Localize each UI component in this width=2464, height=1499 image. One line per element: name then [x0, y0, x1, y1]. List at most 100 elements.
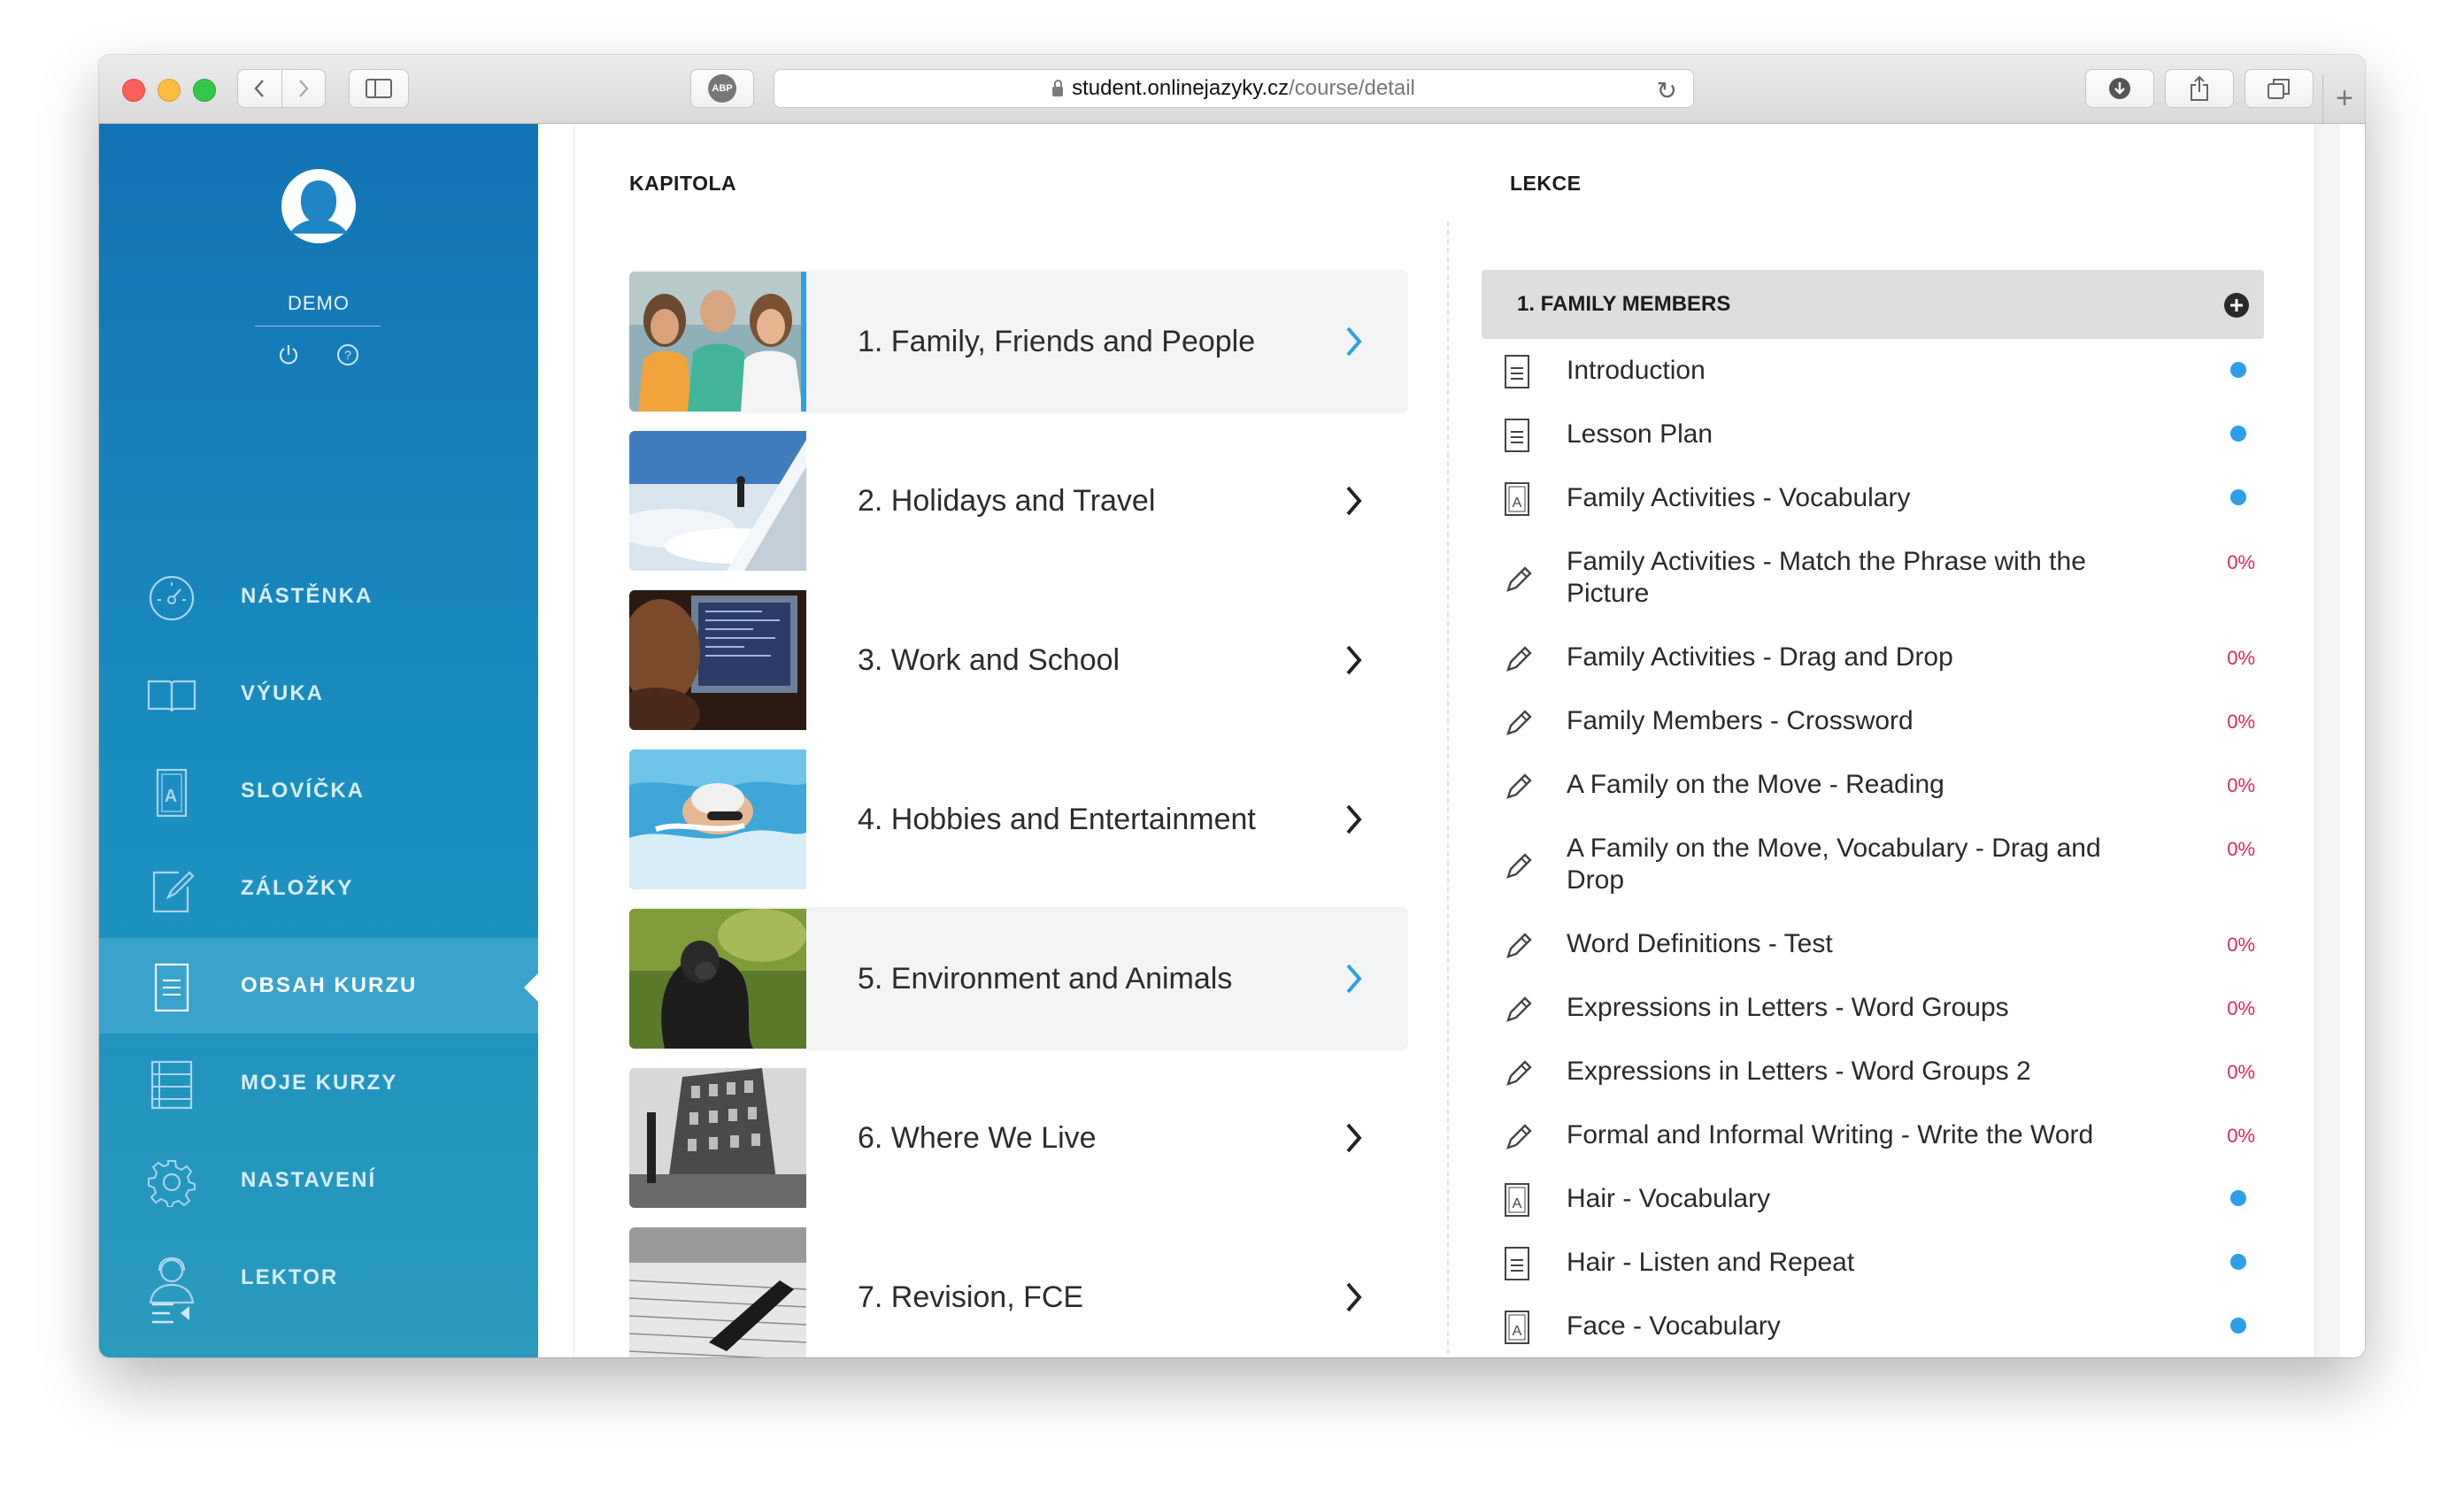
lesson-status-dot: [2230, 1190, 2246, 1206]
lesson-title: Introduction: [1567, 356, 1706, 385]
new-tab-button[interactable]: +: [2322, 74, 2365, 123]
chapter-item[interactable]: 3. Work and School: [629, 588, 1408, 732]
share-button[interactable]: [2165, 69, 2234, 108]
pencil-icon: [1506, 566, 1532, 592]
scrollbar-track[interactable]: [2314, 124, 2340, 1357]
lesson-progress: 0%: [2227, 1061, 2255, 1083]
nav-item-obsah-kurzu[interactable]: OBSAH KURZU: [99, 938, 538, 1034]
chevron-left-icon: [254, 80, 265, 97]
svg-text:A: A: [1513, 1196, 1522, 1211]
chapter-title: 7. Revision, FCE: [858, 1280, 1084, 1314]
browser-toolbar: ABP student.onlinejazyky.cz/course/detai…: [99, 55, 2365, 124]
tab-overview-button[interactable]: [2245, 69, 2314, 108]
lesson-progress: 0%: [2227, 1125, 2255, 1147]
chapter-item[interactable]: 2. Holidays and Travel: [629, 429, 1408, 573]
document-icon: [1505, 1247, 1529, 1280]
lesson-status-dot: [2230, 426, 2246, 442]
pencil-icon: [1506, 996, 1532, 1022]
chevron-right-icon: [1346, 964, 1362, 994]
chapter-item[interactable]: 5. Environment and Animals: [629, 907, 1408, 1050]
chapter-title: 6. Where We Live: [858, 1120, 1097, 1155]
address-bar[interactable]: student.onlinejazyky.cz/course/detail ↻: [774, 69, 1694, 108]
chapter-item[interactable]: 1. Family, Friends and People: [629, 270, 1408, 413]
bookmark-edit-icon: [152, 871, 195, 913]
nav-label: VÝUKA: [241, 681, 325, 705]
url-host: student.onlinejazyky.cz: [1072, 76, 1290, 100]
pencil-icon: [1506, 710, 1532, 735]
vocabulary-icon: A: [156, 768, 188, 818]
chapter-thumbnail-family: [629, 272, 806, 411]
pencil-icon: [1506, 1124, 1532, 1149]
chapters-heading: KAPITOLA: [629, 172, 737, 195]
vocabulary-icon: A: [1505, 482, 1529, 516]
pencil-icon: [1506, 1060, 1532, 1086]
nav-item-zalozky[interactable]: ZÁLOŽKY: [99, 841, 538, 936]
adblock-button[interactable]: ABP: [690, 69, 754, 108]
nav-item-slovicka[interactable]: A SLOVÍČKA: [99, 743, 538, 839]
lesson-title: Word Definitions - Test: [1567, 929, 1833, 958]
chevron-right-icon: [1346, 486, 1362, 516]
chapter-item[interactable]: 6. Where We Live: [629, 1066, 1408, 1210]
nav-item-moje-kurzy[interactable]: MOJE KURZY: [99, 1035, 538, 1131]
svg-text:?: ?: [344, 348, 351, 362]
nav-item-vyuka[interactable]: VÝUKA: [99, 646, 538, 742]
share-icon: [2191, 75, 2208, 101]
collapse-menu-icon[interactable]: [150, 1301, 193, 1326]
courses-list-icon: [150, 1060, 193, 1110]
dashboard-icon: [149, 575, 195, 621]
lesson-progress: 0%: [2227, 934, 2255, 956]
book-icon: [147, 680, 196, 712]
document-icon: [154, 963, 189, 1012]
lesson-title: A Family on the Move, Vocabulary - Drag …: [1567, 834, 2101, 895]
power-icon[interactable]: [277, 343, 300, 366]
chapter-item[interactable]: 7. Revision, FCE: [629, 1226, 1408, 1357]
nav-item-nastaveni[interactable]: NASTAVENÍ: [99, 1133, 538, 1228]
chapter-title: 1. Family, Friends and People: [858, 324, 1256, 358]
user-avatar-icon[interactable]: [281, 168, 357, 244]
pencil-icon: [1506, 933, 1532, 958]
chevron-right-icon: [1346, 1123, 1362, 1153]
chapter-thumbnail-swimmer: [629, 750, 806, 889]
lesson-title: Hair - Listen and Repeat: [1567, 1248, 1855, 1277]
lesson-title: Expressions in Letters - Word Groups 2: [1567, 1057, 2031, 1086]
column-divider: [1447, 221, 1449, 1357]
close-window-button[interactable]: [122, 79, 145, 102]
chapter-title: 5. Environment and Animals: [858, 961, 1233, 995]
expand-plus-icon[interactable]: [2223, 292, 2250, 319]
nav-item-nastenka[interactable]: NÁSTĚNKA: [99, 549, 538, 644]
chapter-thumbnail-gorilla: [629, 909, 806, 1049]
svg-text:A: A: [1513, 1324, 1522, 1339]
minimize-window-button[interactable]: [158, 79, 181, 102]
user-divider: [255, 326, 381, 327]
sidebar-toggle-button[interactable]: [349, 69, 409, 108]
nav-label: OBSAH KURZU: [241, 973, 418, 997]
reload-icon[interactable]: ↻: [1657, 76, 1677, 105]
downloads-button[interactable]: [2085, 69, 2154, 108]
chapter-thumbnail-computer: [629, 590, 806, 730]
chapter-item[interactable]: 4. Hobbies and Entertainment: [629, 748, 1408, 891]
chapter-title: 4. Hobbies and Entertainment: [858, 802, 1256, 836]
app-content: DEMO ? NÁSTĚNKA VÝUKA A SLOVÍČKA ZÁLOŽKY…: [99, 124, 2365, 1357]
nav-label: LEKTOR: [241, 1265, 339, 1289]
lesson-title: A Family on the Move - Reading: [1567, 770, 1944, 799]
lesson-progress: 0%: [2227, 774, 2255, 796]
lessons-heading: LEKCE: [1510, 172, 1582, 195]
lesson-progress: 0%: [2227, 551, 2255, 573]
sidebar: DEMO ? NÁSTĚNKA VÝUKA A SLOVÍČKA ZÁLOŽKY…: [99, 124, 538, 1357]
chapter-title: 3. Work and School: [858, 642, 1120, 677]
adblock-icon: ABP: [708, 74, 736, 103]
document-icon: [1505, 355, 1529, 388]
pencil-icon: [1506, 773, 1532, 799]
help-icon[interactable]: ?: [336, 343, 359, 366]
nav-label: SLOVÍČKA: [241, 779, 366, 803]
lock-icon: [1052, 79, 1064, 96]
forward-button[interactable]: [282, 70, 326, 107]
back-button[interactable]: [238, 70, 282, 107]
maximize-window-button[interactable]: [193, 79, 216, 102]
lesson-group-header[interactable]: 1. FAMILY MEMBERS: [1482, 270, 2264, 339]
user-name[interactable]: DEMO: [252, 292, 385, 315]
lesson-title: Family Activities - Vocabulary: [1567, 483, 1911, 512]
lesson-title: Face - Vocabulary: [1567, 1311, 1781, 1341]
vocabulary-icon: A: [1505, 1311, 1529, 1344]
chapter-thumbnail-building: [629, 1068, 806, 1208]
